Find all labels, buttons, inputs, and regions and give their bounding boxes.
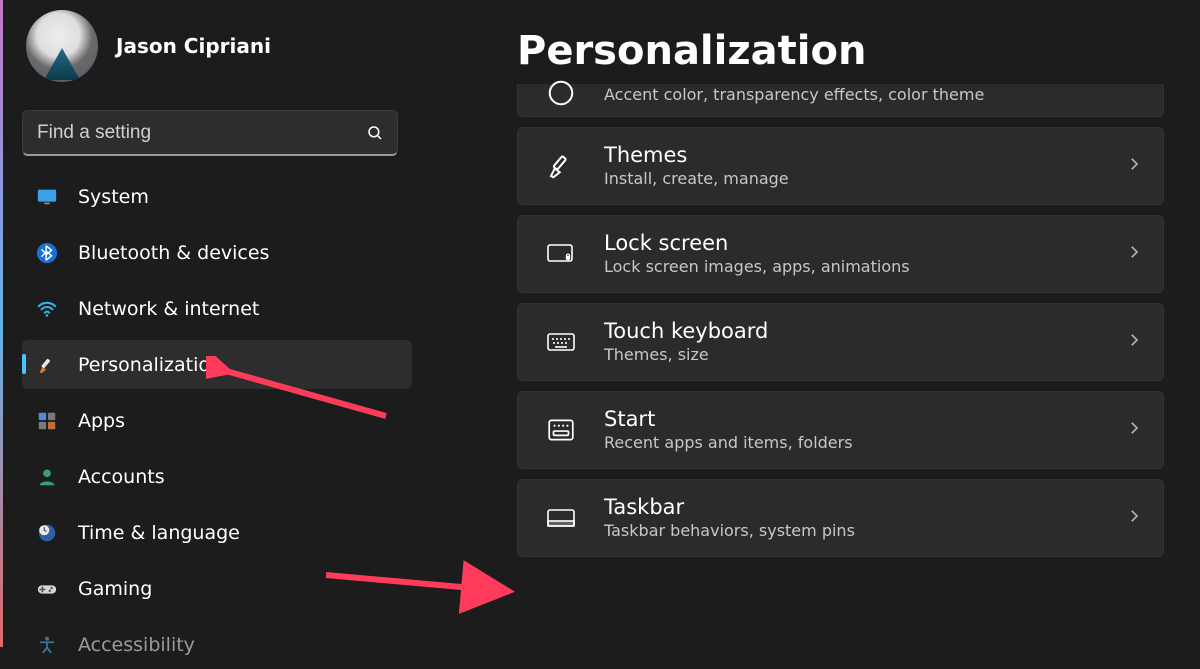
paintbrush-icon	[36, 354, 58, 376]
settings-card-taskbar[interactable]: Taskbar Taskbar behaviors, system pins	[517, 479, 1164, 557]
sidebar-item-label: Accounts	[78, 466, 165, 488]
card-text: Lock screen Lock screen images, apps, an…	[604, 230, 1097, 278]
profile-block[interactable]: Jason Cipriani	[22, 0, 415, 106]
chevron-right-icon	[1125, 507, 1143, 529]
card-subtitle: Install, create, manage	[604, 168, 1097, 190]
sidebar-item-label: Time & language	[78, 522, 240, 544]
page-title: Personalization	[517, 28, 1164, 74]
sidebar-item-label: Bluetooth & devices	[78, 242, 269, 264]
palette-icon	[546, 78, 576, 108]
sidebar-item-network-internet[interactable]: Network & internet	[22, 284, 412, 333]
search-wrapper	[22, 110, 398, 156]
search-input[interactable]	[22, 110, 398, 156]
search-icon	[366, 124, 384, 142]
card-subtitle: Taskbar behaviors, system pins	[604, 520, 1097, 542]
clock-globe-icon	[36, 522, 58, 544]
taskbar-icon	[546, 503, 576, 533]
avatar[interactable]	[26, 10, 98, 82]
card-title: Start	[604, 406, 1097, 432]
startmenu-icon	[546, 415, 576, 445]
card-text: Touch keyboard Themes, size	[604, 318, 1097, 366]
chevron-right-icon	[1125, 243, 1143, 265]
sidebar-item-time-language[interactable]: Time & language	[22, 508, 412, 557]
wifi-icon	[36, 298, 58, 320]
sidebar-item-label: System	[78, 186, 149, 208]
paintbrush-outline-icon	[546, 151, 576, 181]
card-subtitle: Recent apps and items, folders	[604, 432, 1097, 454]
card-title: Themes	[604, 142, 1097, 168]
settings-card-themes[interactable]: Themes Install, create, manage	[517, 127, 1164, 205]
sidebar-item-label: Accessibility	[78, 634, 195, 656]
sidebar: Jason Cipriani System Bluetooth & device…	[0, 0, 431, 647]
card-title: Touch keyboard	[604, 318, 1097, 344]
person-icon	[36, 466, 58, 488]
sidebar-item-label: Gaming	[78, 578, 152, 600]
sidebar-item-apps[interactable]: Apps	[22, 396, 412, 445]
card-text: Accent color, transparency effects, colo…	[604, 84, 1143, 106]
settings-card-list: Accent color, transparency effects, colo…	[517, 84, 1164, 557]
apps-icon	[36, 410, 58, 432]
sidebar-item-label: Network & internet	[78, 298, 259, 320]
sidebar-item-system[interactable]: System	[22, 172, 412, 221]
user-name: Jason Cipriani	[116, 34, 271, 58]
settings-card-lock-screen[interactable]: Lock screen Lock screen images, apps, an…	[517, 215, 1164, 293]
sidebar-item-label: Personalization	[78, 354, 222, 376]
card-text: Start Recent apps and items, folders	[604, 406, 1097, 454]
card-title: Lock screen	[604, 230, 1097, 256]
sidebar-item-personalization[interactable]: Personalization	[22, 340, 412, 389]
card-title: Taskbar	[604, 494, 1097, 520]
card-subtitle: Lock screen images, apps, animations	[604, 256, 1097, 278]
lockscreen-icon	[546, 239, 576, 269]
chevron-right-icon	[1125, 155, 1143, 177]
chevron-right-icon	[1125, 419, 1143, 441]
sidebar-item-gaming[interactable]: Gaming	[22, 564, 412, 613]
card-subtitle: Themes, size	[604, 344, 1097, 366]
sidebar-item-accessibility[interactable]: Accessibility	[22, 620, 412, 669]
card-text: Taskbar Taskbar behaviors, system pins	[604, 494, 1097, 542]
card-text: Themes Install, create, manage	[604, 142, 1097, 190]
sidebar-item-label: Apps	[78, 410, 125, 432]
sidebar-item-accounts[interactable]: Accounts	[22, 452, 412, 501]
nav-list: System Bluetooth & devices Network & int…	[22, 172, 415, 669]
card-subtitle: Accent color, transparency effects, colo…	[604, 84, 1143, 106]
sidebar-item-bluetooth-devices[interactable]: Bluetooth & devices	[22, 228, 412, 277]
bluetooth-icon	[36, 242, 58, 264]
keyboard-icon	[546, 327, 576, 357]
settings-card-colors[interactable]: Accent color, transparency effects, colo…	[517, 84, 1164, 117]
gamepad-icon	[36, 578, 58, 600]
content-area: Personalization Accent color, transparen…	[431, 0, 1200, 647]
monitor-icon	[36, 186, 58, 208]
settings-card-start[interactable]: Start Recent apps and items, folders	[517, 391, 1164, 469]
chevron-right-icon	[1125, 331, 1143, 353]
settings-card-touch-keyboard[interactable]: Touch keyboard Themes, size	[517, 303, 1164, 381]
accessibility-icon	[36, 634, 58, 656]
